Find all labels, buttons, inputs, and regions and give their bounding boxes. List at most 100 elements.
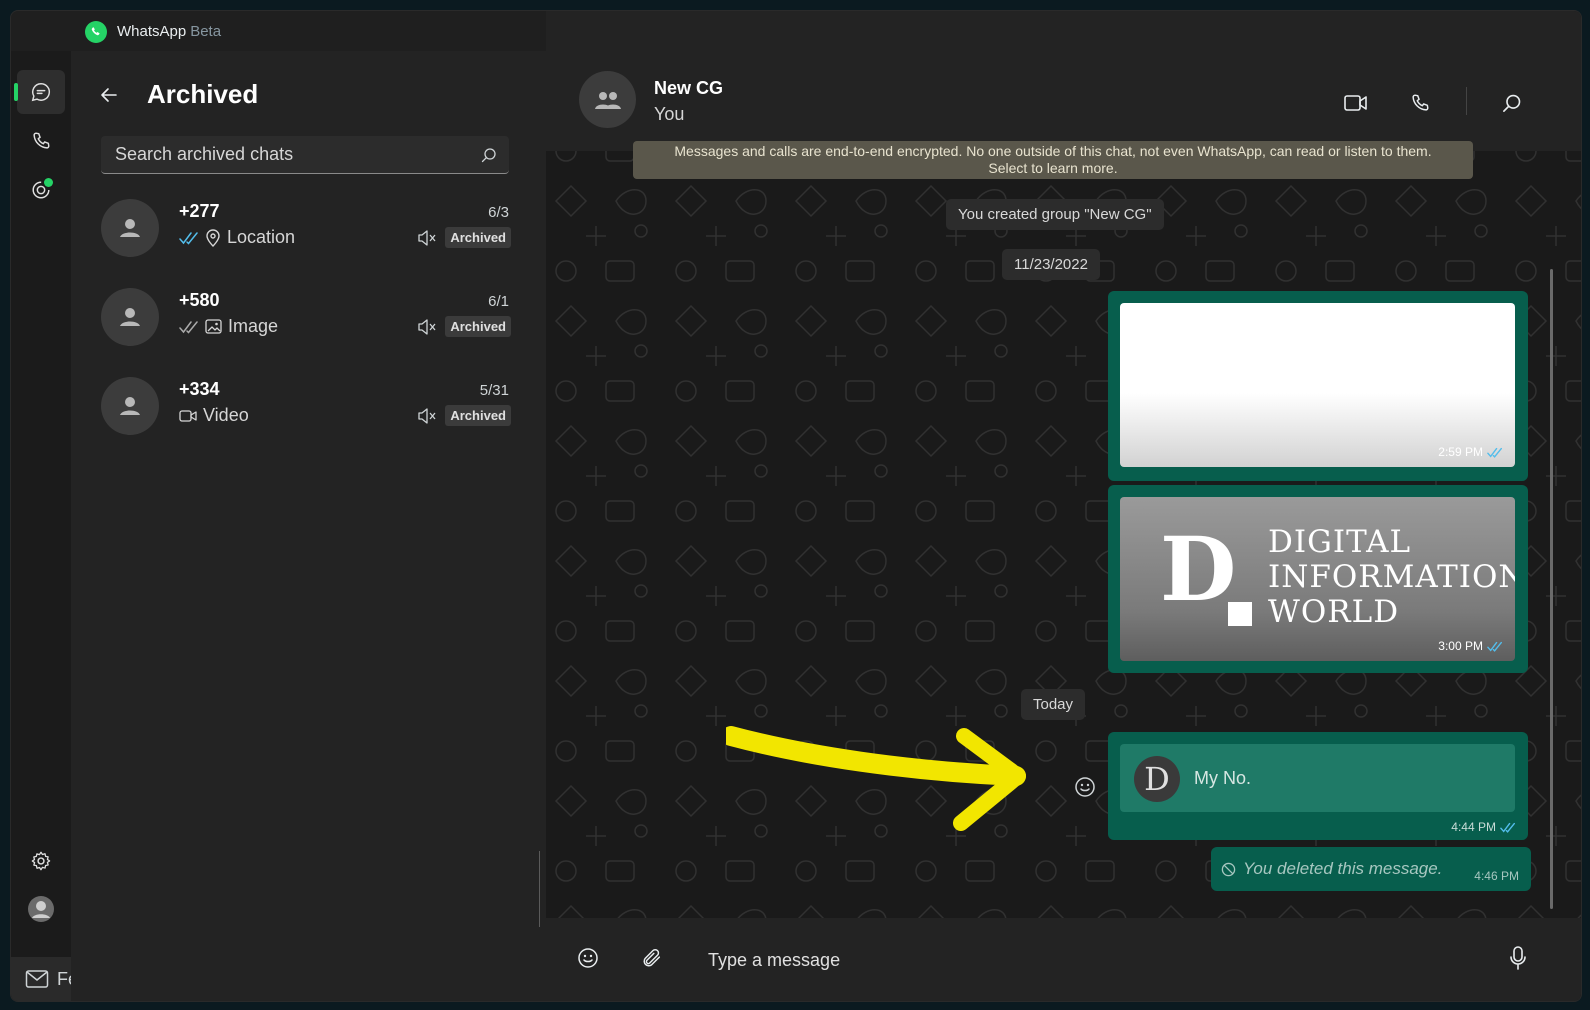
dig-logo-letter: D — [1160, 517, 1237, 621]
group-name: New CG — [654, 78, 724, 98]
outgoing-contact-message[interactable]: D My No. 4:44 PM — [1108, 732, 1528, 840]
deleted-message-text: You deleted this message. — [1243, 859, 1443, 878]
emoji-button[interactable] — [568, 938, 608, 978]
header-divider — [1466, 87, 1467, 115]
double-check-read-icon — [1500, 822, 1515, 833]
deleted-message[interactable]: You deleted this message. 4:46 PM — [1211, 847, 1531, 891]
voice-call-button[interactable] — [1402, 85, 1438, 121]
chat-name: +334 — [179, 379, 220, 399]
contact-card[interactable]: D My No. — [1120, 744, 1515, 812]
message-meta: 2:59 PM — [1438, 445, 1503, 459]
conversation-header[interactable]: New CG You — [546, 11, 1581, 151]
default-avatar-icon — [101, 199, 159, 257]
attach-button[interactable] — [632, 938, 672, 978]
react-emoji-button[interactable] — [1071, 773, 1099, 801]
app-window: WhatsAppBeta Feedback — [10, 10, 1582, 1002]
chat-preview: Video — [179, 405, 249, 426]
image-thumbnail[interactable]: 2:59 PM — [1120, 303, 1515, 467]
double-check-read-icon — [179, 231, 198, 245]
rail-calls-button[interactable] — [17, 119, 65, 163]
outgoing-image-message[interactable]: D DIGITAL INFORMATION WORLD 3:00 PM — [1108, 485, 1528, 673]
conversation-pane: New CG You Messages and calls are end-to… — [546, 11, 1581, 1001]
message-time: 2:59 PM — [1438, 445, 1483, 459]
search-icon — [481, 147, 496, 162]
voice-message-button[interactable] — [1498, 938, 1538, 978]
default-avatar-icon — [101, 288, 159, 346]
date-separator: Today — [1021, 689, 1086, 720]
panel-resize-handle[interactable] — [539, 851, 540, 927]
message-time: 4:46 PM — [1474, 869, 1519, 883]
outgoing-image-message[interactable]: 2:59 PM — [1108, 291, 1528, 481]
dig-logo-square — [1228, 602, 1252, 626]
app-beta-tag: Beta — [190, 23, 222, 40]
muted-icon — [418, 407, 436, 424]
message-input[interactable] — [706, 942, 1470, 978]
envelope-icon — [25, 970, 49, 988]
chat-name: +580 — [179, 290, 220, 310]
smiley-icon — [1075, 777, 1095, 797]
search-messages-button[interactable] — [1494, 85, 1530, 121]
back-button[interactable] — [95, 81, 123, 109]
chat-preview: Location — [179, 227, 295, 248]
video-call-button[interactable] — [1338, 85, 1374, 121]
search-icon — [1503, 94, 1521, 112]
chat-icon — [31, 83, 51, 102]
panel-title: Archived — [147, 79, 259, 109]
chat-preview-text: Image — [228, 316, 279, 336]
system-message: You created group "New CG" — [946, 199, 1164, 230]
image-thumbnail[interactable]: D DIGITAL INFORMATION WORLD 3:00 PM — [1120, 497, 1515, 661]
double-check-read-icon — [1487, 641, 1502, 652]
chat-date: 6/3 — [488, 204, 509, 221]
location-pin-icon — [206, 228, 220, 247]
date-separator: 11/23/2022 — [1002, 249, 1100, 280]
rail-status-button[interactable] — [17, 168, 65, 212]
chat-meta: Archived — [417, 227, 511, 248]
paperclip-icon — [643, 949, 661, 967]
blocked-icon — [1221, 862, 1236, 877]
smiley-icon — [578, 948, 598, 968]
yellow-annotation-arrow — [726, 726, 1026, 831]
group-subtitle: You — [654, 104, 685, 124]
dig-logo-text: DIGITAL INFORMATION WORLD — [1268, 524, 1515, 630]
message-time: 3:00 PM — [1438, 639, 1483, 653]
chat-preview-text: Video — [203, 405, 249, 425]
video-icon — [179, 409, 197, 422]
chat-list-item[interactable]: +277 6/3 Location Archived — [101, 199, 511, 267]
video-camera-icon — [1344, 95, 1367, 111]
chat-date: 5/31 — [479, 382, 509, 399]
default-avatar-icon — [101, 377, 159, 435]
panel-header: Archived — [95, 79, 258, 110]
archived-badge: Archived — [445, 227, 511, 248]
image-icon — [205, 319, 222, 334]
message-meta: 4:44 PM — [1451, 820, 1516, 834]
chat-preview: Image — [179, 316, 278, 337]
contact-avatar: D — [1134, 756, 1180, 802]
chat-meta: Archived — [417, 316, 511, 337]
archived-badge: Archived — [445, 316, 511, 337]
chat-list-item[interactable]: +580 6/1 Image Archived — [101, 288, 511, 356]
status-unread-dot — [44, 178, 53, 187]
nav-rail: Feedback — [11, 51, 145, 1001]
scrollbar[interactable] — [1550, 269, 1553, 909]
chat-preview-text: Location — [227, 227, 296, 247]
group-avatar-icon — [579, 71, 636, 128]
settings-button[interactable] — [17, 839, 65, 883]
search-input[interactable] — [113, 143, 481, 166]
rail-chats-button[interactable] — [14, 70, 65, 114]
search-box[interactable] — [101, 136, 509, 174]
message-composer — [546, 918, 1581, 1001]
phone-icon — [33, 132, 50, 149]
gear-icon — [31, 851, 51, 871]
double-check-read-icon — [1487, 447, 1502, 458]
message-time: 4:44 PM — [1451, 820, 1496, 834]
app-title: WhatsApp Beta — [117, 23, 222, 40]
microphone-icon — [1510, 946, 1526, 970]
encryption-notice-line2: Select to learn more. — [988, 160, 1118, 176]
chat-list-item[interactable]: +334 5/31 Video Archived — [101, 377, 511, 445]
muted-icon — [418, 318, 436, 335]
profile-button[interactable] — [17, 887, 65, 931]
chat-date: 6/1 — [488, 293, 509, 310]
chat-meta: Archived — [417, 405, 511, 426]
muted-icon — [418, 229, 436, 246]
encryption-notice[interactable]: Messages and calls are end-to-end encryp… — [633, 141, 1473, 179]
